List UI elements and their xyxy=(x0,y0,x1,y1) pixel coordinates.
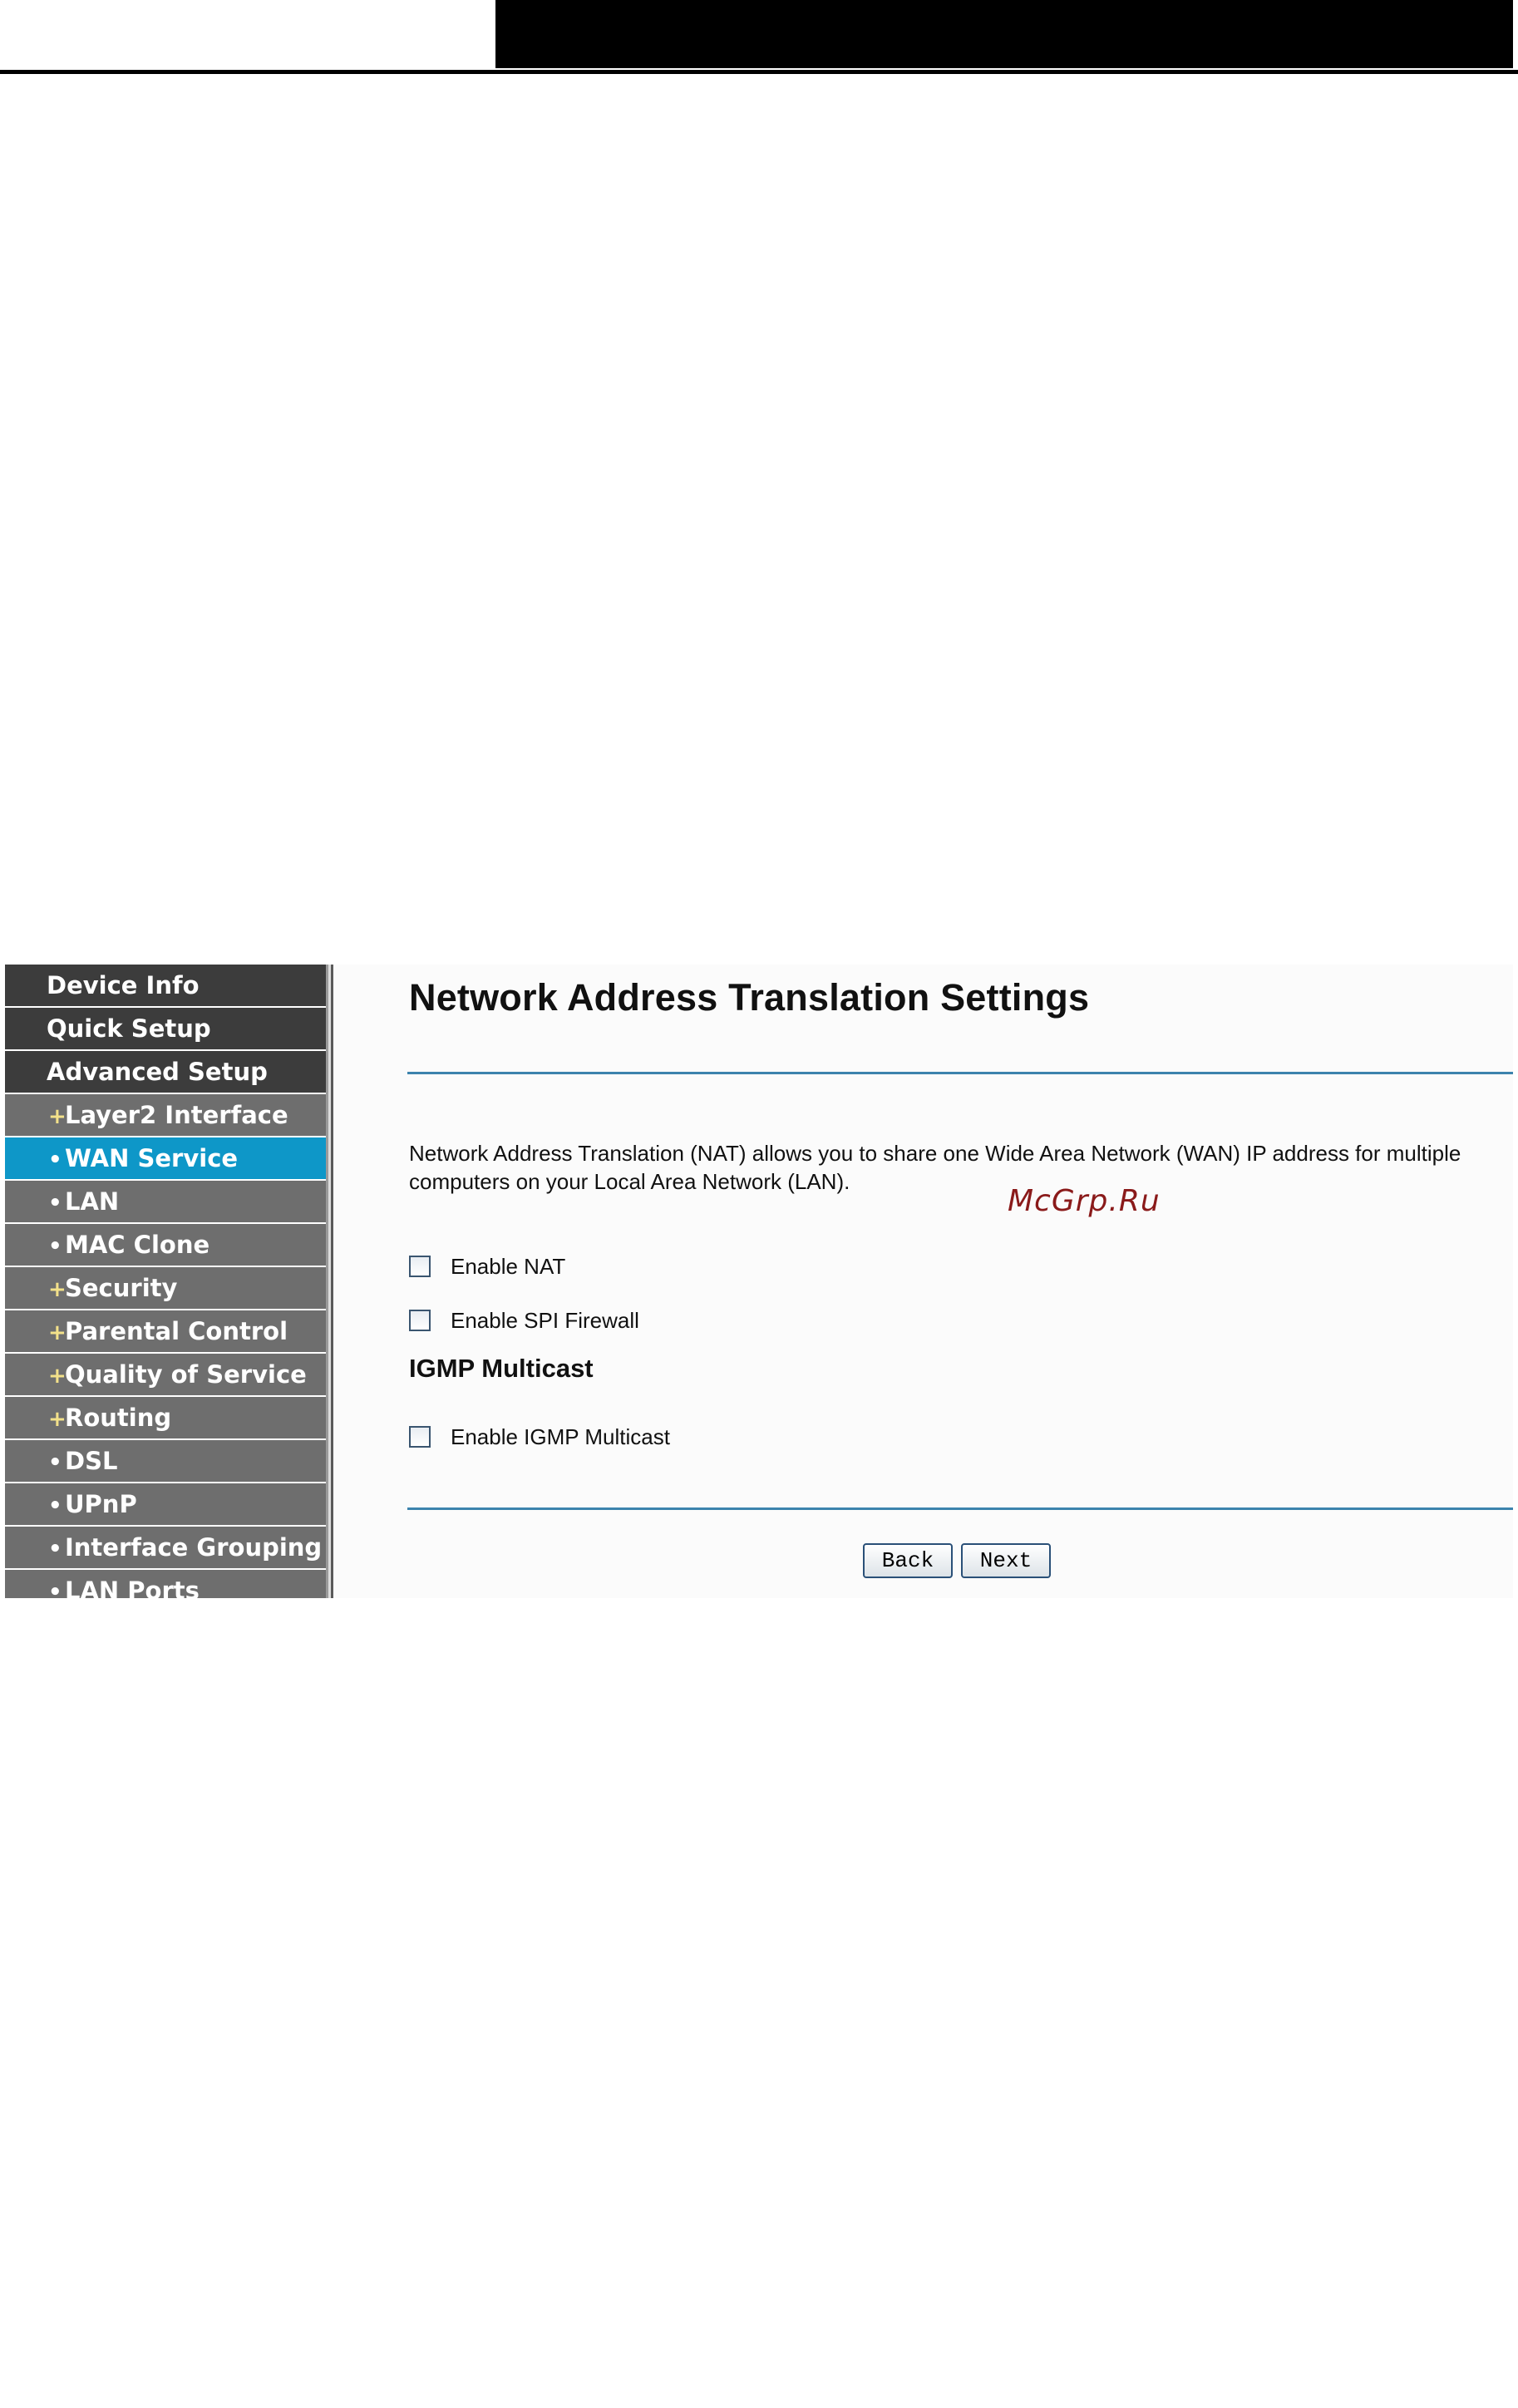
nat-description: Network Address Translation (NAT) allows… xyxy=(409,1141,1461,1194)
sidebar-item-label: DSL xyxy=(65,1447,118,1475)
sidebar-item-label: Quality of Service xyxy=(65,1360,307,1389)
sidebar-item-label: LAN xyxy=(65,1187,120,1216)
enable-spi-firewall-label: Enable SPI Firewall xyxy=(451,1307,639,1333)
next-button[interactable]: Next xyxy=(961,1543,1051,1578)
enable-spi-firewall-row: Enable SPI Firewall xyxy=(409,1306,639,1335)
expand-plus-icon: + xyxy=(48,1104,67,1129)
title-divider xyxy=(407,1072,1513,1074)
bottom-divider xyxy=(407,1507,1513,1510)
sidebar-item-label: Routing xyxy=(65,1404,172,1432)
enable-igmp-row: Enable IGMP Multicast xyxy=(409,1423,670,1451)
sidebar-item-label: Advanced Setup xyxy=(47,1058,268,1086)
main-content: Network Address Translation Settings Net… xyxy=(334,965,1513,1598)
router-ui-screenshot: Device Info Quick Setup Advanced Setup +… xyxy=(5,965,1513,1598)
watermark-text: McGrp.Ru xyxy=(1008,1184,1161,1218)
sidebar-item-security[interactable]: +Security xyxy=(5,1267,326,1309)
sidebar-item-lan[interactable]: • LAN xyxy=(5,1181,326,1222)
sidebar-divider xyxy=(326,965,334,1598)
sidebar-item-wan-service[interactable]: • WAN Service xyxy=(5,1137,326,1179)
sidebar-item-label: Security xyxy=(65,1274,178,1302)
enable-spi-firewall-checkbox[interactable] xyxy=(409,1310,431,1331)
header-rule xyxy=(0,70,1518,74)
sidebar-item-quick-setup[interactable]: Quick Setup xyxy=(5,1008,326,1049)
document-page: Device Info Quick Setup Advanced Setup +… xyxy=(0,0,1518,2408)
sidebar-item-label: Interface Grouping xyxy=(65,1533,323,1562)
sidebar-item-label: UPnP xyxy=(65,1490,137,1518)
sidebar-item-lan-ports[interactable]: • LAN Ports xyxy=(5,1570,326,1598)
sidebar-item-upnp[interactable]: • UPnP xyxy=(5,1483,326,1525)
bullet-dot-icon: • xyxy=(48,1450,62,1475)
enable-nat-row: Enable NAT xyxy=(409,1252,565,1280)
expand-plus-icon: + xyxy=(48,1277,67,1302)
expand-plus-icon: + xyxy=(48,1320,67,1345)
sidebar-item-label: LAN Ports xyxy=(65,1577,200,1598)
sidebar-item-parental-control[interactable]: +Parental Control xyxy=(5,1310,326,1352)
bullet-dot-icon: • xyxy=(48,1537,62,1562)
header-black-band xyxy=(495,0,1513,68)
bullet-dot-icon: • xyxy=(48,1580,62,1598)
back-button[interactable]: Back xyxy=(863,1543,953,1578)
expand-plus-icon: + xyxy=(48,1364,67,1389)
sidebar-item-label: Quick Setup xyxy=(47,1014,211,1043)
bullet-dot-icon: • xyxy=(48,1493,62,1518)
sidebar-item-device-info[interactable]: Device Info xyxy=(5,965,326,1006)
page-title: Network Address Translation Settings xyxy=(409,976,1090,1019)
bullet-dot-icon: • xyxy=(48,1191,62,1216)
sidebar-item-mac-clone[interactable]: • MAC Clone xyxy=(5,1224,326,1266)
sidebar: Device Info Quick Setup Advanced Setup +… xyxy=(5,965,326,1598)
sidebar-item-advanced-setup[interactable]: Advanced Setup xyxy=(5,1051,326,1093)
sidebar-item-dsl[interactable]: • DSL xyxy=(5,1440,326,1482)
sidebar-item-label: Device Info xyxy=(47,971,200,999)
sidebar-item-quality-of-service[interactable]: +Quality of Service xyxy=(5,1354,326,1395)
bullet-dot-icon: • xyxy=(48,1147,62,1172)
sidebar-item-label: Layer2 Interface xyxy=(65,1101,288,1129)
sidebar-item-layer2-interface[interactable]: +Layer2 Interface xyxy=(5,1094,326,1136)
enable-igmp-multicast-checkbox[interactable] xyxy=(409,1426,431,1448)
enable-nat-label: Enable NAT xyxy=(451,1253,566,1279)
sidebar-item-label: Parental Control xyxy=(65,1317,288,1345)
expand-plus-icon: + xyxy=(48,1407,67,1432)
enable-nat-checkbox[interactable] xyxy=(409,1256,431,1277)
sidebar-item-routing[interactable]: +Routing xyxy=(5,1397,326,1438)
bullet-dot-icon: • xyxy=(48,1234,62,1259)
enable-igmp-multicast-label: Enable IGMP Multicast xyxy=(451,1424,670,1449)
sidebar-item-label: MAC Clone xyxy=(65,1231,210,1259)
igmp-section-title: IGMP Multicast xyxy=(409,1354,594,1383)
sidebar-item-interface-grouping[interactable]: • Interface Grouping xyxy=(5,1527,326,1568)
sidebar-item-label: WAN Service xyxy=(65,1144,239,1172)
